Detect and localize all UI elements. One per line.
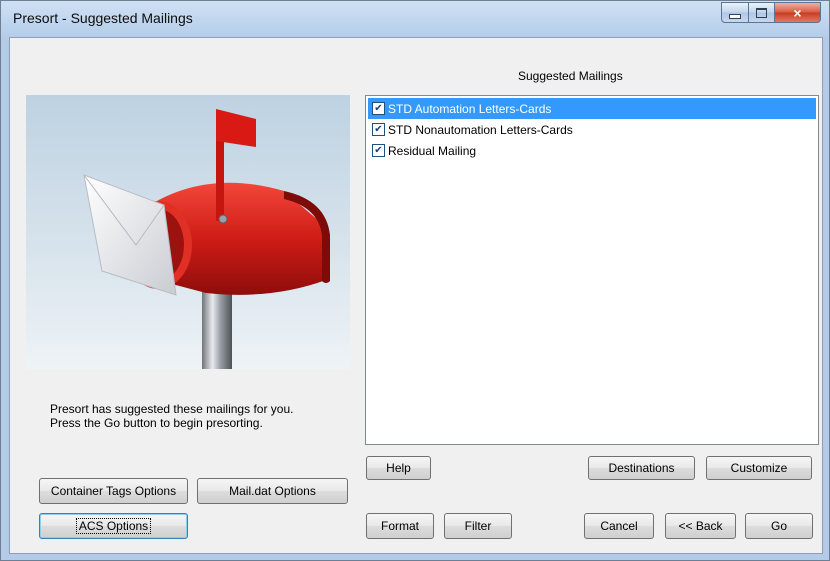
- format-button[interactable]: Format: [366, 513, 434, 539]
- destinations-button[interactable]: Destinations: [588, 456, 695, 480]
- flag-pole: [216, 139, 224, 221]
- flag: [216, 109, 256, 147]
- customize-button[interactable]: Customize: [706, 456, 812, 480]
- list-item[interactable]: ✔ STD Nonautomation Letters-Cards: [368, 119, 816, 140]
- go-button[interactable]: Go: [745, 513, 813, 539]
- minimize-button[interactable]: [721, 2, 749, 23]
- mailing-label: STD Nonautomation Letters-Cards: [388, 122, 573, 137]
- list-item[interactable]: ✔ STD Automation Letters-Cards: [368, 98, 816, 119]
- presort-window: Presort - Suggested Mailings × Suggested…: [0, 0, 830, 561]
- close-icon: ×: [793, 4, 802, 21]
- container-tags-options-button[interactable]: Container Tags Options: [39, 478, 188, 504]
- maximize-button[interactable]: [749, 2, 775, 23]
- cancel-button[interactable]: Cancel: [584, 513, 654, 539]
- mailing-label: Residual Mailing: [388, 143, 477, 158]
- close-button[interactable]: ×: [775, 2, 821, 23]
- dialog-client-area: Suggested Mailings Presort has suggested…: [9, 37, 823, 554]
- window-title: Presort - Suggested Mailings: [13, 10, 193, 26]
- checkbox-checked-icon[interactable]: ✔: [372, 123, 385, 136]
- instruction-text: Presort has suggested these mailings for…: [50, 402, 294, 430]
- maildat-options-button[interactable]: Mail.dat Options: [197, 478, 348, 504]
- help-button[interactable]: Help: [366, 456, 431, 480]
- minimize-icon: [729, 13, 741, 19]
- suggested-mailings-list[interactable]: ✔ STD Automation Letters-Cards ✔ STD Non…: [365, 95, 819, 445]
- checkbox-checked-icon[interactable]: ✔: [372, 102, 385, 115]
- mailbox-illustration: [83, 109, 330, 369]
- back-button[interactable]: << Back: [665, 513, 736, 539]
- mailbox-image: [26, 95, 350, 369]
- acs-options-button[interactable]: ACS Options: [39, 513, 188, 539]
- title-bar[interactable]: Presort - Suggested Mailings ×: [1, 1, 829, 37]
- maximize-icon: [756, 7, 767, 18]
- suggested-mailings-heading: Suggested Mailings: [518, 69, 623, 83]
- mailing-label: STD Automation Letters-Cards: [388, 101, 552, 116]
- list-item[interactable]: ✔ Residual Mailing: [368, 140, 816, 161]
- checkbox-checked-icon[interactable]: ✔: [372, 144, 385, 157]
- caption-buttons: ×: [721, 2, 821, 24]
- filter-button[interactable]: Filter: [444, 513, 512, 539]
- post: [202, 285, 232, 369]
